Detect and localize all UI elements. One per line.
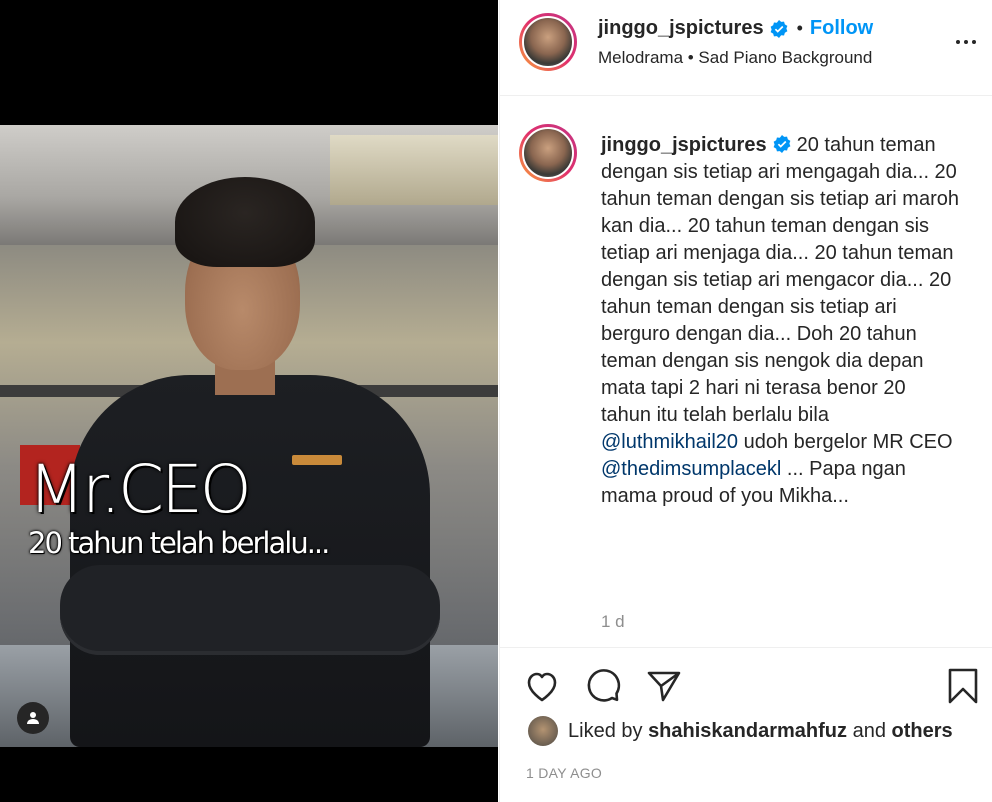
user-tag-icon xyxy=(27,712,39,724)
likes-prefix: Liked by xyxy=(568,719,649,742)
post-header: jinggo_jspictures • Follow Melodrama • S… xyxy=(500,0,992,96)
caption-body-2: udoh bergelor MR CEO xyxy=(738,431,953,453)
caption-username[interactable]: jinggo_jspictures xyxy=(601,134,767,156)
more-options-button[interactable] xyxy=(948,30,984,54)
mention-link-2[interactable]: @thedimsumplacekl xyxy=(601,458,781,480)
post-details-pane: jinggo_jspictures • Follow Melodrama • S… xyxy=(499,0,992,802)
likes-middle: and xyxy=(847,719,892,742)
photo-jacket-logo xyxy=(292,455,342,465)
author-username[interactable]: jinggo_jspictures xyxy=(598,17,764,40)
user-tag-button[interactable] xyxy=(17,702,49,734)
comment-icon xyxy=(587,669,621,702)
caption-body-1: 20 tahun teman dengan sis tetiap ari men… xyxy=(601,134,959,426)
photo-overlay-subtitle: 20 tahun telah berlalu... xyxy=(28,526,330,560)
paper-plane-icon xyxy=(647,671,681,702)
post-media-pane: Mr.CEO 20 tahun telah berlalu... xyxy=(0,0,498,802)
likes-summary: Liked by shahiskandarmahfuz and others xyxy=(528,716,953,746)
header-separator: • xyxy=(796,18,803,38)
share-button[interactable] xyxy=(644,666,684,706)
post-photo[interactable]: Mr.CEO 20 tahun telah berlalu... xyxy=(0,125,498,747)
bookmark-icon xyxy=(948,668,978,704)
post-timestamp[interactable]: 1 DAY AGO xyxy=(526,765,602,781)
photo-person-hair xyxy=(175,177,315,267)
photo-person-body xyxy=(70,375,430,747)
liker-username[interactable]: shahiskandarmahfuz xyxy=(648,720,847,743)
comment-button[interactable] xyxy=(583,666,623,706)
header-user-row: jinggo_jspictures • Follow xyxy=(598,17,873,40)
photo-overlay-title: Mr.CEO xyxy=(28,451,252,528)
mention-link-1[interactable]: @luthmikhail20 xyxy=(601,431,738,453)
caption-area: jinggo_jspictures 20 tahun teman dengan s… xyxy=(500,96,992,648)
audio-track-link[interactable]: Melodrama • Sad Piano Background xyxy=(598,48,872,68)
post-actions-bar xyxy=(500,660,992,710)
author-avatar[interactable] xyxy=(519,13,577,71)
caption-author-avatar[interactable] xyxy=(519,124,577,182)
liker-avatar[interactable] xyxy=(528,716,558,746)
likes-others-link[interactable]: others xyxy=(892,720,953,743)
save-button[interactable] xyxy=(943,666,983,706)
verified-badge-icon xyxy=(770,19,788,38)
verified-badge-icon xyxy=(773,135,791,153)
photo-person-arms xyxy=(60,565,440,655)
caption-text: jinggo_jspictures 20 tahun teman dengan s… xyxy=(601,132,961,510)
photo-background-light xyxy=(330,135,498,205)
more-options-icon xyxy=(956,40,960,44)
caption-relative-time[interactable]: 1 d xyxy=(601,612,625,632)
follow-button[interactable]: Follow xyxy=(810,17,873,40)
heart-icon xyxy=(527,672,557,702)
like-button[interactable] xyxy=(522,666,562,706)
